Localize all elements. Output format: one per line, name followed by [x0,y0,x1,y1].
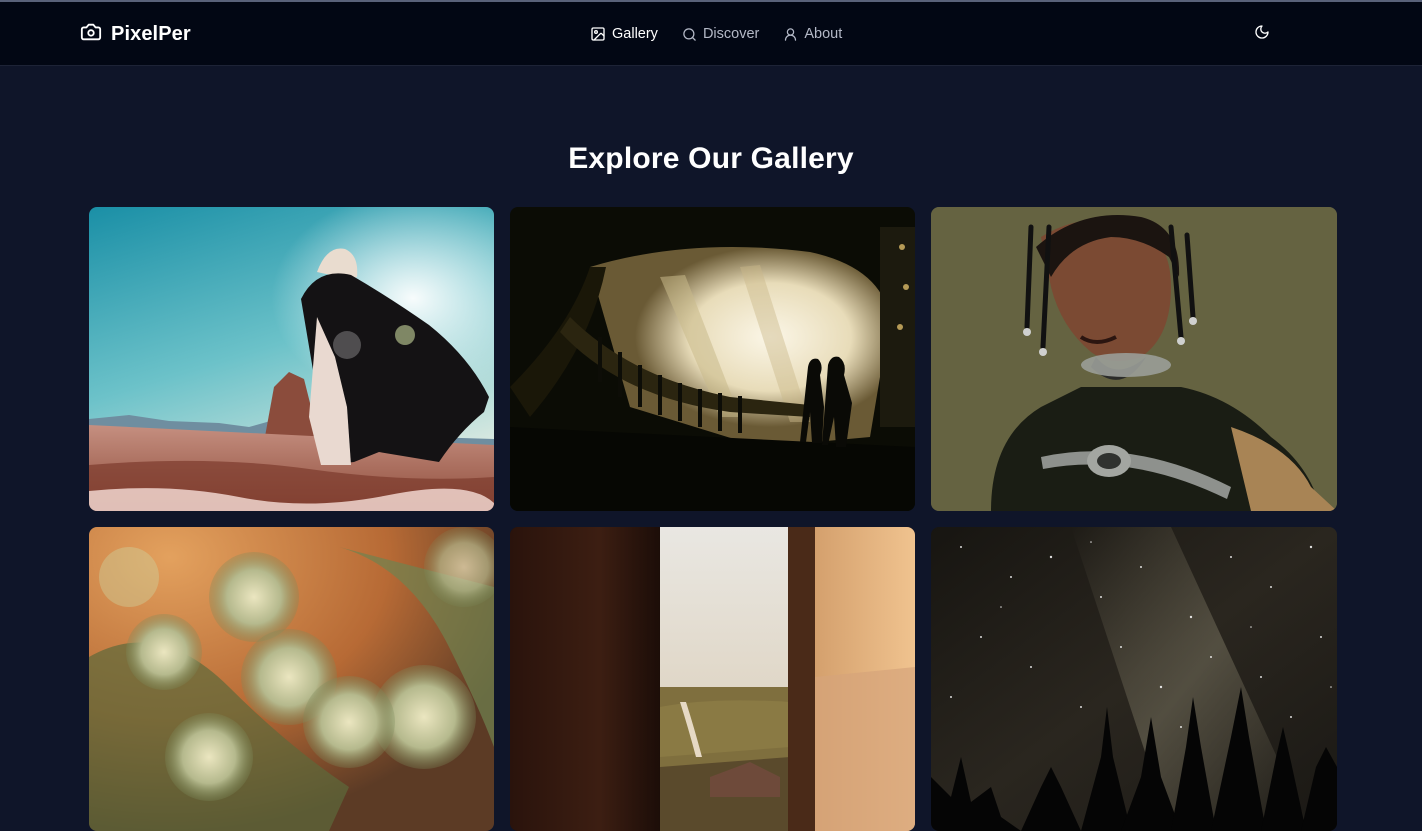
gallery-photo-night-sky[interactable] [931,527,1337,831]
gallery-photo-staircase[interactable] [510,207,915,511]
search-icon [682,27,697,42]
nav-item-label: About [804,26,843,42]
nav-item-label: Discover [702,26,760,42]
brand-name: PixelPer [111,22,191,45]
window-photo [510,527,915,831]
page-title: Explore Our Gallery [568,142,854,176]
gallery-photo-portrait[interactable] [931,207,1337,511]
nav-item-about[interactable]: About [783,26,842,42]
main-nav: Gallery Discover About [590,22,842,46]
user-icon [783,27,798,42]
desert-photo [89,207,494,511]
theme-toggle-button[interactable] [1252,24,1272,44]
night-sky-photo [931,527,1337,831]
moon-icon [1254,24,1270,45]
nav-item-label: Gallery [612,26,658,42]
brand-logo[interactable]: PixelPer [80,22,191,46]
portrait-photo [931,207,1337,511]
camera-icon [80,21,102,48]
gallery-photo-desert[interactable] [89,207,494,511]
gallery-photo-window[interactable] [510,527,915,831]
nav-item-gallery[interactable]: Gallery [590,26,658,42]
staircase-photo [510,207,915,511]
gallery-photo-cactus[interactable] [89,527,494,831]
nav-item-discover[interactable]: Discover [682,26,759,42]
cactus-photo [89,527,494,831]
navbar: PixelPer Gallery Discover About [0,2,1422,66]
image-icon [590,26,606,42]
gallery-grid [89,207,1337,831]
